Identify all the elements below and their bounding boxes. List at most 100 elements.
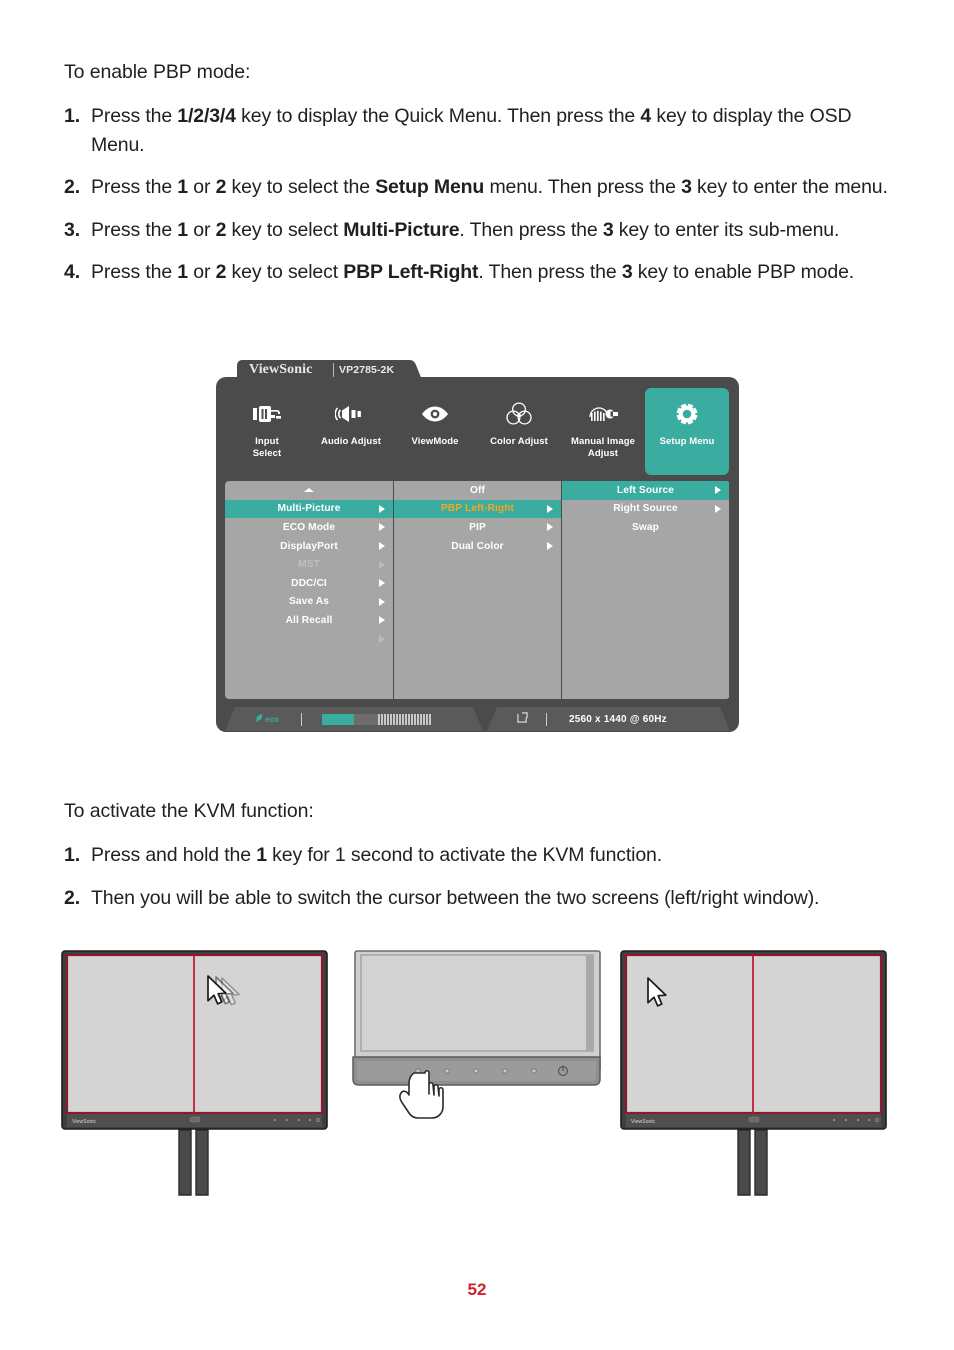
osd-menu-row[interactable]: MST xyxy=(225,555,393,574)
brightness-tick xyxy=(401,713,404,725)
osd-menu-row[interactable]: DDC/CI xyxy=(225,574,393,593)
brightness-tick xyxy=(380,713,383,725)
osd-tab-input-select[interactable]: Input Select xyxy=(225,388,309,475)
eco-label: eco xyxy=(265,714,279,724)
osd-tab-label: Manual Image Adjust xyxy=(570,436,636,459)
osd-brand-label: ViewSonic xyxy=(249,362,313,377)
steps-list-pbp: 1. Press the 1/2/3/4 key to display the Q… xyxy=(64,102,890,287)
step-number: 1. xyxy=(64,844,80,866)
eco-icon: eco xyxy=(255,714,279,724)
manual-image-adjust-icon xyxy=(586,398,620,430)
external-link-icon xyxy=(517,710,528,728)
osd-tab-viewmode-eye[interactable]: ViewMode xyxy=(393,388,477,475)
step-number: 1. xyxy=(64,105,80,127)
osd-icon-row: Input Select Audio Adjust ViewMode Color Adj… xyxy=(225,388,730,475)
brightness-tick xyxy=(422,713,425,725)
osd-tab-divider xyxy=(333,363,334,377)
osd-tab-label: Audio Adjust xyxy=(321,436,381,447)
footer-separator-2 xyxy=(546,712,547,726)
brightness-tick xyxy=(392,713,395,725)
osd-menu-row-label: PBP Left-Right xyxy=(440,503,515,515)
osd-menu-row-label: PIP xyxy=(469,521,486,533)
chevron-right-icon xyxy=(547,504,553,513)
pbp-step: 3. Press the 1 or 2 key to select Multi-P… xyxy=(64,216,890,245)
chevron-right-icon xyxy=(379,597,385,606)
footer-separator-1 xyxy=(300,712,302,726)
brightness-bar-ticks xyxy=(377,713,432,725)
osd-columns: Multi-Picture ECO Mode DisplayPort MST DDC/C… xyxy=(225,481,730,699)
osd-menu-illustration: ViewSonic VP2785-2K Input Select Audio Adj… xyxy=(216,360,739,752)
osd-footer-left: eco xyxy=(225,707,483,731)
osd-menu-row-label: Off xyxy=(469,484,485,496)
chevron-up-icon[interactable] xyxy=(304,488,314,493)
osd-menu-row[interactable]: Save As xyxy=(225,593,393,612)
chevron-right-icon xyxy=(547,523,553,532)
section-enable-pbp: To enable PBP mode: 1. Press the 1/2/3/4 … xyxy=(64,58,890,301)
osd-menu-row[interactable]: Multi-Picture xyxy=(225,499,393,519)
brightness-tick xyxy=(428,713,431,725)
osd-menu-row-label: DisplayPort xyxy=(280,540,338,552)
osd-menu-row[interactable]: DisplayPort xyxy=(225,537,393,556)
osd-menu-row-label: All Recall xyxy=(285,614,333,626)
osd-menu-row[interactable]: All Recall xyxy=(225,611,393,630)
brightness-tick xyxy=(398,713,401,725)
osd-body: Input Select Audio Adjust ViewMode Color Adj… xyxy=(216,377,739,732)
brightness-tick xyxy=(416,713,419,725)
chevron-right-icon xyxy=(379,542,385,551)
audio-adjust-icon xyxy=(335,398,367,430)
osd-column-multipicture: Off PBP Left-Right PIP Dual Color xyxy=(393,481,562,699)
chevron-right-icon xyxy=(715,504,721,513)
brightness-tick xyxy=(419,713,422,725)
osd-tab-label: Color Adjust xyxy=(490,436,548,447)
osd-menu-row[interactable]: Left Source xyxy=(562,481,729,500)
osd-tab-manual-image-adjust[interactable]: Manual Image Adjust xyxy=(561,388,645,475)
section-activate-kvm: To activate the KVM function: 1. Press an… xyxy=(64,797,890,926)
svg-text:ViewSonic: ViewSonic xyxy=(631,1119,656,1125)
step-text: Then you will be able to switch the curs… xyxy=(91,886,820,909)
osd-tab-gear[interactable]: Setup Menu xyxy=(645,388,729,475)
step-text: Press the 1 or 2 key to select PBP Left-… xyxy=(91,261,855,283)
viewmode-eye-icon xyxy=(420,398,450,430)
gear-icon xyxy=(673,398,701,430)
chevron-right-icon xyxy=(379,616,385,625)
pbp-step: 1. Press the 1/2/3/4 key to display the Q… xyxy=(64,102,890,159)
monitor-illustrations: ViewSonic ViewSonic xyxy=(0,945,954,1205)
osd-menu-row[interactable]: Dual Color xyxy=(394,537,561,556)
brightness-tick xyxy=(410,713,413,725)
osd-menu-row[interactable]: Right Source xyxy=(562,500,729,519)
osd-menu-row[interactable]: PIP xyxy=(394,518,561,537)
chevron-right-icon xyxy=(379,579,385,588)
middle-monitor-closeup xyxy=(352,950,601,1119)
osd-menu-row[interactable]: ECO Mode xyxy=(225,518,393,537)
osd-menu-row[interactable]: Swap xyxy=(562,518,729,537)
kvm-step: 1. Press and hold the 1 key for 1 second … xyxy=(64,841,890,870)
osd-menu-row-label: MST xyxy=(298,559,320,571)
document-page: To enable PBP mode: 1. Press the 1/2/3/4 … xyxy=(0,0,954,1350)
osd-title-tab: ViewSonic VP2785-2K xyxy=(237,360,407,380)
chevron-right-icon xyxy=(379,560,385,569)
osd-menu-row-label: DDC/CI xyxy=(291,577,327,589)
osd-footer: eco 2560 x 1440 @ 60Hz xyxy=(225,707,730,731)
step-number: 2. xyxy=(64,886,80,909)
brightness-tick xyxy=(407,713,410,725)
osd-menu-row-label: ECO Mode xyxy=(282,521,336,533)
input-select-icon xyxy=(252,398,282,430)
chevron-right-icon xyxy=(379,523,385,532)
brightness-tick xyxy=(404,713,407,725)
kvm-step: 2. Then you will be able to switch the cu… xyxy=(64,884,890,913)
brightness-bar-fill xyxy=(321,713,354,725)
step-text: Press the 1 or 2 key to select the Setup… xyxy=(91,176,888,198)
osd-menu-row[interactable]: Off xyxy=(394,481,561,500)
step-number: 4. xyxy=(64,261,80,283)
osd-menu-row xyxy=(225,630,393,649)
osd-tab-color-adjust[interactable]: Color Adjust xyxy=(477,388,561,475)
osd-tab-audio-adjust[interactable]: Audio Adjust xyxy=(309,388,393,475)
osd-menu-row-label: Right Source xyxy=(613,503,678,515)
osd-menu-row[interactable]: PBP Left-Right xyxy=(394,499,561,519)
osd-tab-label: Input Select xyxy=(252,436,282,459)
osd-menu-row xyxy=(225,481,393,500)
brightness-tick xyxy=(425,713,428,725)
osd-column-pbp: Left Source Right Source Swap xyxy=(562,481,729,699)
left-monitor: ViewSonic xyxy=(61,950,328,1196)
chevron-down-icon[interactable] xyxy=(379,635,385,644)
